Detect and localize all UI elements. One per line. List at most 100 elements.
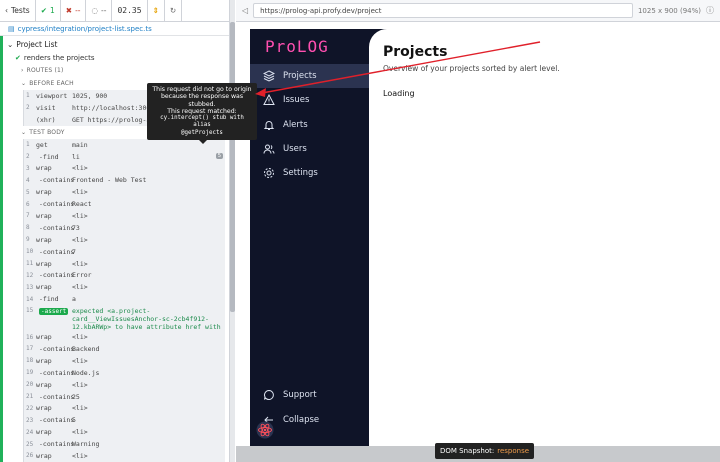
viewport-size: 1025 x 900 (94%) — [638, 7, 701, 15]
command-name: wrap — [36, 451, 52, 460]
command-row[interactable]: 7 wrap <li> — [24, 210, 225, 222]
command-row[interactable]: 15 -assert expected <a.project-card__ViewI… — [24, 305, 225, 331]
command-row[interactable]: 3 wrap <li> — [24, 162, 225, 174]
nav-item-alerts[interactable]: Alerts — [250, 113, 369, 137]
suite-title[interactable]: ⌄ Project List — [7, 38, 229, 51]
nav-item-projects[interactable]: Projects — [250, 64, 369, 88]
command-row[interactable]: 12 -contains Error — [24, 269, 225, 281]
tests-toggle[interactable]: ‹ Tests — [0, 0, 36, 22]
command-row[interactable]: 13 wrap <li> — [24, 281, 225, 293]
scrollbar-thumb[interactable] — [230, 22, 235, 312]
warning-icon — [263, 94, 275, 105]
nav-item-support[interactable]: Support — [250, 383, 369, 407]
command-message: <li> — [72, 235, 88, 244]
command-number: 7 — [26, 212, 30, 220]
command-row[interactable]: 5 wrap <li> — [24, 186, 225, 198]
command-name: -contains — [39, 416, 75, 425]
command-row[interactable]: 9 wrap <li> — [24, 234, 225, 246]
tooltip-alias: @getProjects — [181, 129, 223, 136]
chat-icon — [264, 389, 274, 400]
command-row[interactable]: 26 wrap <li> — [24, 450, 225, 462]
command-row[interactable]: 8 -contains 73 — [24, 222, 225, 234]
url-field[interactable]: https://prolog-api.profy.dev/project — [253, 3, 633, 18]
command-row[interactable]: 10 -contains 7 — [24, 246, 225, 258]
check-icon: ✔ — [15, 53, 21, 62]
nav-item-users[interactable]: Users — [250, 137, 369, 161]
chevron-down-icon: ⌄ — [21, 80, 27, 87]
command-message: 73 — [72, 223, 80, 232]
command-name: -find — [39, 152, 59, 161]
command-name: -contains — [39, 200, 75, 209]
react-logo-icon[interactable] — [256, 421, 274, 439]
pending-count[interactable]: ◌ -- — [86, 0, 113, 22]
spec-path[interactable]: ▤ cypress/integration/project-list.spec.t… — [0, 22, 229, 36]
command-message: 5 — [72, 416, 76, 425]
command-number: 16 — [26, 333, 34, 341]
command-row[interactable]: 16 wrap <li> — [24, 331, 225, 343]
command-name: wrap — [36, 356, 52, 365]
command-number: 26 — [26, 452, 34, 460]
command-row[interactable]: 24 wrap <li> — [24, 426, 225, 438]
test-body-label: TEST BODY — [29, 128, 65, 136]
command-message: Backend — [72, 344, 100, 353]
command-message: <li> — [72, 428, 88, 437]
command-row[interactable]: 22 wrap <li> — [24, 402, 225, 414]
command-number: 15 — [26, 307, 34, 315]
command-row[interactable]: 14 -find a — [24, 293, 225, 305]
command-name: -contains — [39, 271, 75, 280]
command-row[interactable]: 17 -contains Backend — [24, 343, 225, 355]
nav-label: Users — [283, 144, 307, 154]
command-message: 25 — [72, 392, 80, 401]
scroll-toggle-icon[interactable]: ⇕ — [148, 0, 165, 22]
reporter-scrollbar[interactable] — [230, 0, 235, 462]
snapshot-label: DOM Snapshot: — [440, 447, 495, 455]
command-number: 21 — [26, 393, 34, 401]
page-title: Projects — [383, 44, 448, 60]
command-message: Warning — [72, 440, 100, 449]
logo: ProLOG — [265, 37, 329, 56]
command-row[interactable]: 4 -contains Frontend - Web Test — [24, 174, 225, 186]
command-row[interactable]: 6 -contains React — [24, 198, 225, 210]
command-row[interactable]: 19 -contains Node.js — [24, 367, 225, 379]
command-row[interactable]: 2 -find li 5 — [24, 151, 225, 163]
nav-item-settings[interactable]: Settings — [250, 161, 369, 185]
command-message: <li> — [72, 283, 88, 292]
reload-icon[interactable]: ↻ — [165, 0, 183, 22]
url-left-icon: ◁ — [242, 6, 249, 15]
nav-item-issues[interactable]: Issues — [250, 88, 369, 112]
command-name: (xhr) — [36, 115, 56, 124]
reporter-panel: ‹ Tests ✔ 1 ✖ -- ◌ -- 02.35 ⇕ ↻ ▤ cypress/int… — [0, 0, 230, 462]
command-row[interactable]: 18 wrap <li> — [24, 355, 225, 367]
stats-bar: ‹ Tests ✔ 1 ✖ -- ◌ -- 02.35 ⇕ ↻ — [0, 0, 229, 22]
command-name: -contains — [39, 392, 75, 401]
command-number: 18 — [26, 357, 34, 365]
command-row[interactable]: 20 wrap <li> — [24, 379, 225, 391]
assert-badge: -assert — [39, 308, 69, 316]
dom-snapshot-badge[interactable]: DOM Snapshot: response — [435, 443, 535, 459]
passed-count[interactable]: ✔ 1 — [36, 0, 61, 22]
spec-path-text: cypress/integration/project-list.spec.ts — [17, 24, 152, 33]
support-label: Support — [283, 390, 317, 400]
routes-header[interactable]: › ROUTES (1) — [7, 64, 229, 77]
command-row[interactable]: 23 -contains 5 — [24, 414, 225, 426]
prolog-app: ProLOG Projects Issues Alerts Users Sett… — [250, 29, 720, 448]
failed-count[interactable]: ✖ -- — [61, 0, 87, 22]
nav-label: Projects — [283, 71, 317, 81]
command-message: Error — [72, 271, 92, 280]
pending-circle-icon: ◌ — [91, 6, 99, 15]
command-number: 22 — [26, 404, 34, 412]
command-row[interactable]: 1 get main — [24, 139, 225, 151]
test-title[interactable]: ✔ renders the projects — [7, 51, 229, 64]
command-message: React — [72, 200, 92, 209]
snapshot-state: response — [497, 447, 530, 455]
command-name: -contains — [39, 440, 75, 449]
collapse-label: Collapse — [283, 415, 320, 425]
command-message: <li> — [72, 356, 88, 365]
command-row[interactable]: 21 -contains 25 — [24, 391, 225, 403]
command-message: expected <a.project-card__ViewIssuesAnch… — [72, 307, 221, 332]
info-icon[interactable]: ⓘ — [706, 5, 714, 16]
command-row[interactable]: 25 -contains Warning — [24, 438, 225, 450]
command-name: wrap — [36, 380, 52, 389]
command-row[interactable]: 11 wrap <li> — [24, 258, 225, 270]
command-number: 3 — [26, 164, 30, 172]
